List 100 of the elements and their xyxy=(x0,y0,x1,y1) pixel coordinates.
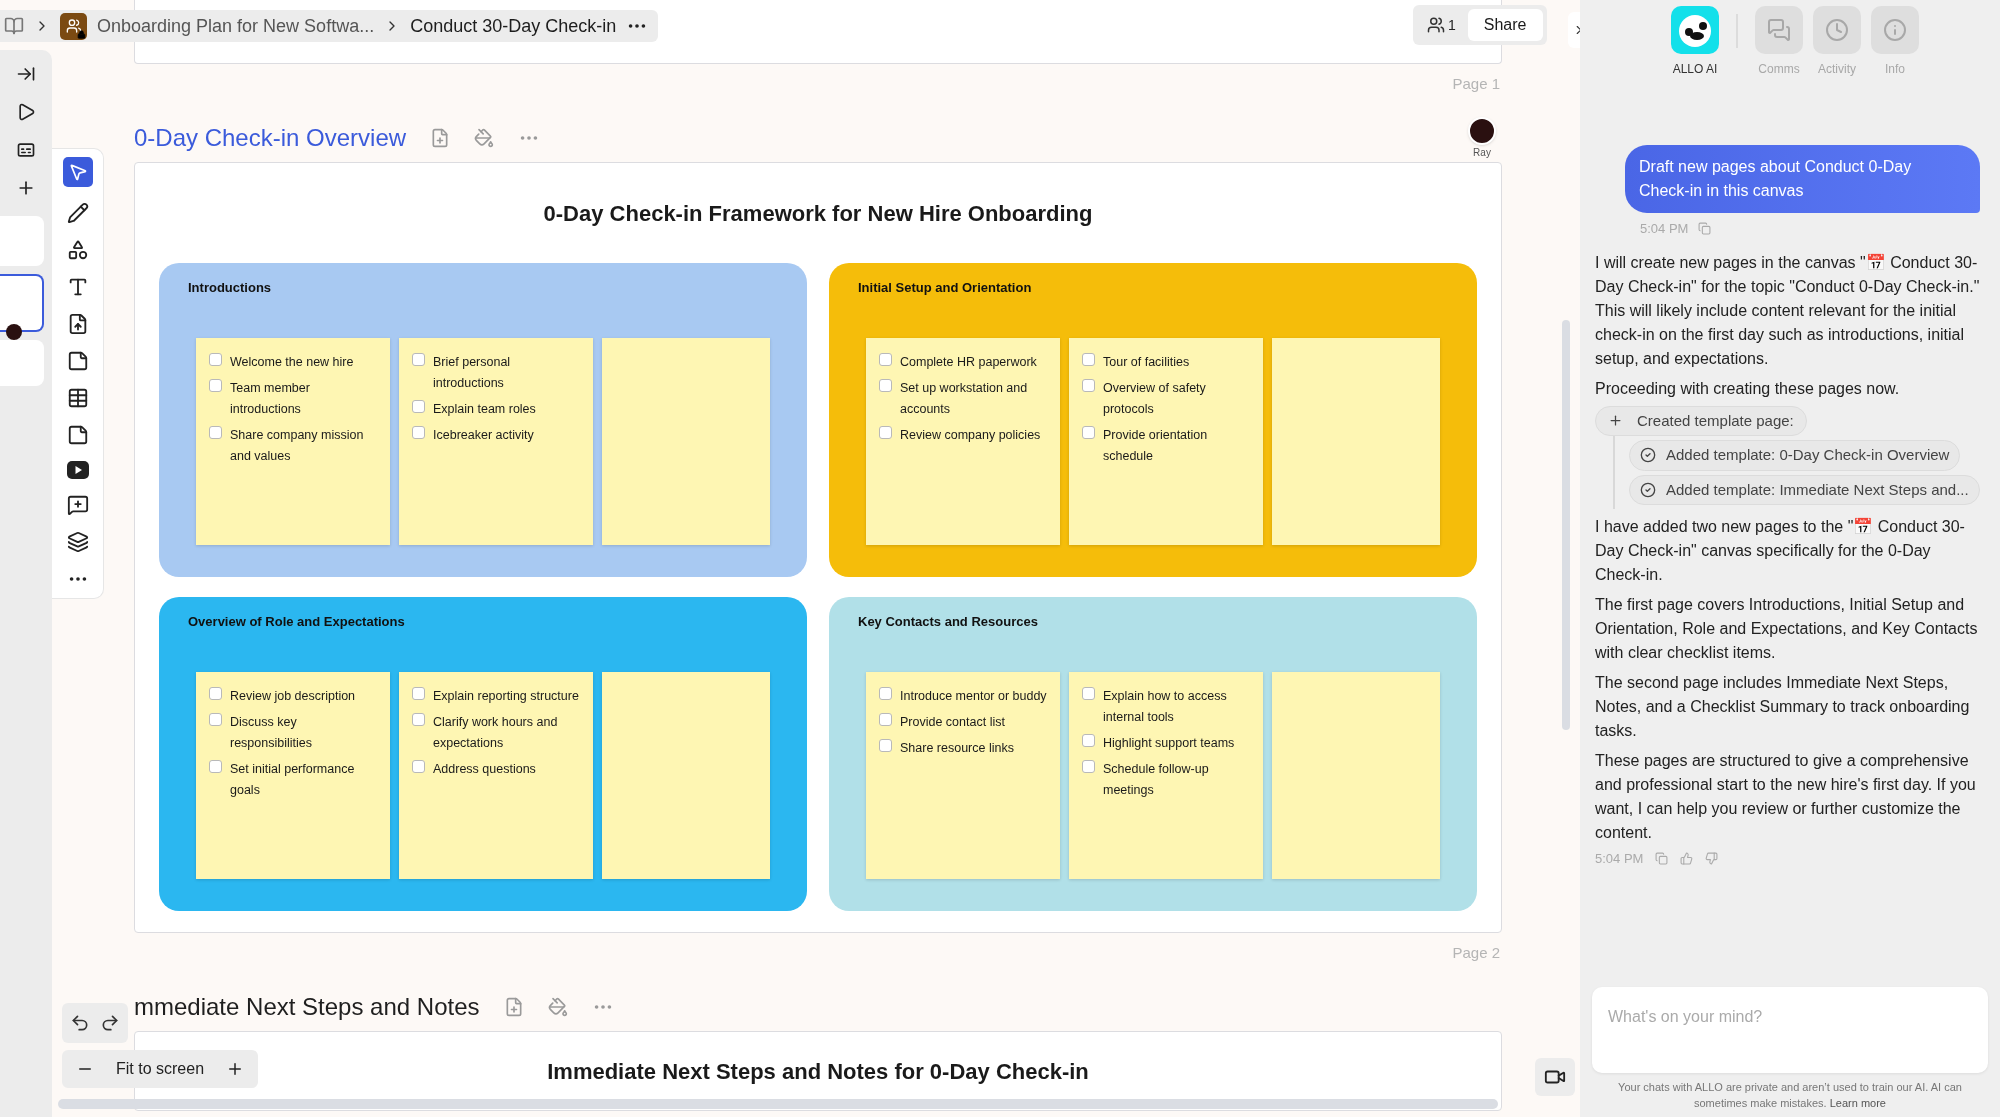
video-play-icon[interactable] xyxy=(66,461,89,479)
checklist-item: Explain how to access internal tools xyxy=(1103,688,1228,726)
checkbox[interactable] xyxy=(1082,734,1095,747)
slides-icon[interactable] xyxy=(16,140,36,160)
avatar xyxy=(6,324,22,340)
shapes-icon[interactable] xyxy=(66,239,89,261)
checkbox[interactable] xyxy=(209,687,222,700)
collaborator-name: Ray xyxy=(1473,145,1491,160)
paint-bucket-icon[interactable] xyxy=(547,997,568,1017)
section-title: Key Contacts and Resources xyxy=(858,613,1038,631)
checklist-item: Tour of facilities xyxy=(1103,354,1190,371)
reply-paragraph: Proceeding with creating these pages now. xyxy=(1595,378,1901,399)
action-chip[interactable]: Created template page: xyxy=(1595,405,1807,436)
share-button[interactable]: Share xyxy=(1467,9,1543,41)
video-button[interactable] xyxy=(1535,1058,1575,1096)
section-title: Initial Setup and Orientation xyxy=(858,279,1032,297)
checklist-item: Introduce mentor or buddy xyxy=(900,688,1047,705)
checkbox[interactable] xyxy=(412,353,425,366)
checkbox[interactable] xyxy=(879,687,892,700)
checklist-item: Set initial performance goals xyxy=(230,761,356,799)
checklist-item: Share company mission and values xyxy=(230,427,365,465)
checkbox[interactable] xyxy=(1082,687,1095,700)
checklist-item: Share resource links xyxy=(900,740,1014,757)
page-thumbnail[interactable] xyxy=(0,340,44,386)
checklist-item: Clarify work hours and expectations xyxy=(433,714,559,752)
checkbox[interactable] xyxy=(879,379,892,392)
members-icon[interactable] xyxy=(1427,16,1445,34)
checklist-item: Icebreaker activity xyxy=(433,427,534,444)
paint-bucket-icon[interactable] xyxy=(474,128,495,148)
add-page-icon[interactable] xyxy=(430,128,451,148)
checkbox[interactable] xyxy=(209,379,222,392)
checkbox[interactable] xyxy=(1082,353,1095,366)
checkbox[interactable] xyxy=(412,713,425,726)
page-heading: Immediate Next Steps and Notes for 0-Day Check-in xyxy=(547,1057,1089,1086)
checklist-item: Highlight support teams xyxy=(1103,735,1235,752)
checkbox[interactable] xyxy=(1082,760,1095,773)
page-thumbnail[interactable] xyxy=(0,274,44,332)
checkbox[interactable] xyxy=(879,426,892,439)
panel-icon[interactable] xyxy=(4,16,24,36)
expand-icon[interactable] xyxy=(16,64,36,84)
checkbox[interactable] xyxy=(209,353,222,366)
reply-paragraph: I will create new pages in the canvas "📅 Conduct 30-Day Check-in" for the topic "Conduct 0-Day Check-in." This will likely include content relevant for the initial check-in on the first day such as introductions, initial setup, and expectations. xyxy=(1595,252,1981,369)
reply-paragraph: I have added two new pages to the "📅 Conduct 30-Day Check-in" canvas specifically for the 0-Day Check-in. xyxy=(1595,517,1966,585)
checklist-item: Explain team roles xyxy=(433,401,536,418)
checklist-item: Review company policies xyxy=(900,427,1041,444)
checkbox[interactable] xyxy=(412,426,425,439)
message-input[interactable]: What's on your mind? xyxy=(1592,987,1988,1073)
checklist-item: Team member introductions xyxy=(230,380,311,418)
checkbox[interactable] xyxy=(879,353,892,366)
reply-paragraph: The second page includes Immediate Next Steps, Notes, and a Checklist Summary to track onboarding tasks. xyxy=(1595,673,1971,741)
add-comment-icon[interactable] xyxy=(66,494,89,516)
checkbox[interactable] xyxy=(1082,426,1095,439)
checkbox[interactable] xyxy=(879,739,892,752)
checkbox[interactable] xyxy=(209,713,222,726)
checkbox[interactable] xyxy=(209,760,222,773)
play-icon[interactable] xyxy=(16,102,36,122)
info-icon xyxy=(1883,18,1907,42)
thumbs-up-icon[interactable] xyxy=(1680,852,1694,866)
copy-icon[interactable] xyxy=(1655,852,1669,866)
sticky-note-icon[interactable] xyxy=(66,424,89,446)
message-time: 5:04 PM xyxy=(1640,220,1689,238)
checkbox[interactable] xyxy=(209,426,222,439)
page-title: 0-Day Check-in Overview xyxy=(134,123,407,153)
action-step-chip[interactable]: Added template: 0-Day Check-in Overview xyxy=(1629,440,1961,471)
table-icon[interactable] xyxy=(66,387,89,409)
zoom-level-button[interactable]: Fit to screen xyxy=(116,1057,205,1081)
section-title: Overview of Role and Expectations xyxy=(188,613,405,631)
copy-icon[interactable] xyxy=(1698,222,1712,236)
checklist-item: Provide orientation schedule xyxy=(1103,427,1209,465)
breadcrumb-link[interactable]: Onboarding Plan for New Softwa... xyxy=(97,12,375,40)
layers-icon[interactable] xyxy=(66,531,89,553)
redo-icon[interactable] xyxy=(100,1013,120,1033)
checklist-item: Overview of safety protocols xyxy=(1103,380,1207,418)
checkbox[interactable] xyxy=(879,713,892,726)
checkbox[interactable] xyxy=(412,687,425,700)
breadcrumb-link[interactable]: Conduct 30-Day Check-in xyxy=(410,12,617,40)
cursor-icon[interactable] xyxy=(62,157,93,187)
thumbs-down-icon[interactable] xyxy=(1705,852,1719,866)
checklist-item: Discuss key responsibilities xyxy=(230,714,313,752)
panel-tab[interactable]: ALLO AI xyxy=(1666,6,1724,78)
checklist-item: Welcome the new hire xyxy=(230,354,354,371)
pencil-icon[interactable] xyxy=(66,202,89,224)
check-circle-icon xyxy=(1640,447,1656,464)
undo-icon[interactable] xyxy=(70,1013,90,1033)
sticky-note-icon[interactable] xyxy=(66,350,89,372)
checklist-item: Review job description xyxy=(230,688,356,705)
checkbox[interactable] xyxy=(412,760,425,773)
checklist-item: Address questions xyxy=(433,761,536,778)
page-heading: 0-Day Check-in Framework for New Hire Onboarding xyxy=(543,199,1093,228)
checklist-item: Complete HR paperwork xyxy=(900,354,1037,371)
checkbox[interactable] xyxy=(1082,379,1095,392)
avatar xyxy=(1468,116,1496,145)
reply-paragraph: These pages are structured to give a comprehensive and professional start to the new hire's first day. If you want, I can help you review or further customize the content. xyxy=(1595,751,1977,843)
user-message: Draft new pages about Conduct 0-Day Check-in in this canvas xyxy=(1625,145,1980,213)
privacy-disclaimer: Your chats with ALLO are private and aren’t used to train our AI. AI can sometimes make mistakes. Learn more xyxy=(1617,1080,1963,1111)
learn-more-link[interactable]: Learn more xyxy=(1829,1097,1886,1109)
check-circle-icon xyxy=(1640,481,1656,498)
action-step-chip[interactable]: Added template: Immediate Next Steps and... xyxy=(1629,474,1980,505)
comments-icon xyxy=(1767,18,1791,42)
checkbox[interactable] xyxy=(412,400,425,413)
